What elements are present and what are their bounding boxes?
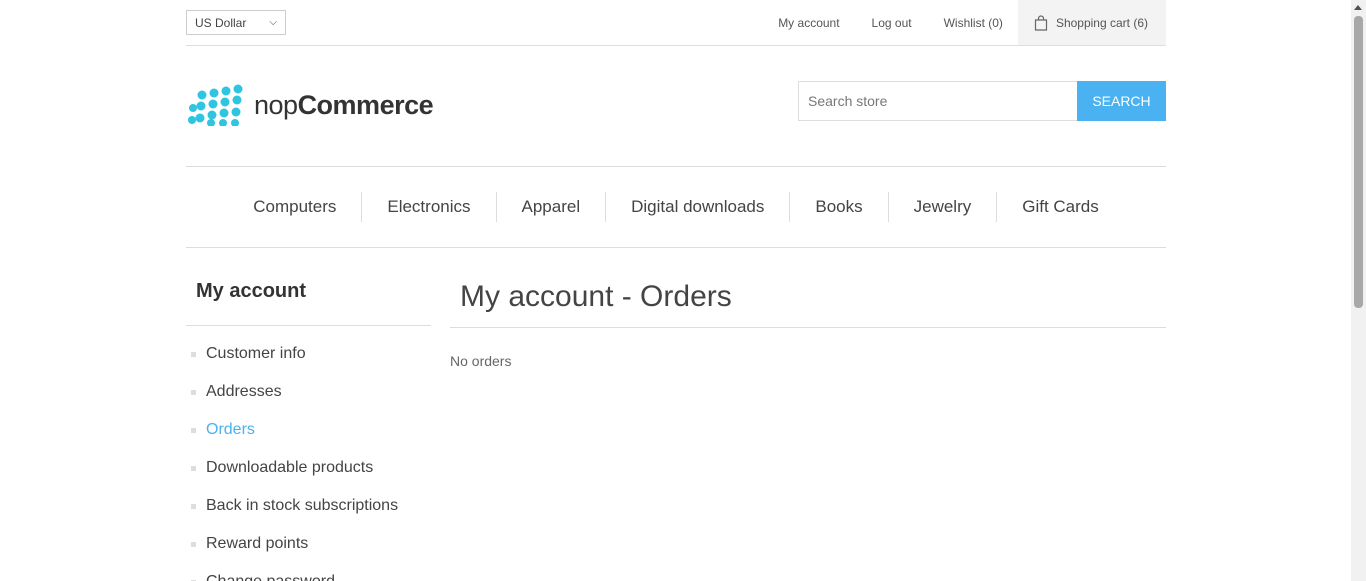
sidebar-item-reward-points[interactable]: Reward points	[186, 525, 431, 563]
sidebar-item-downloadable-products[interactable]: Downloadable products	[186, 449, 431, 487]
wishlist-link[interactable]: Wishlist (0)	[944, 16, 1003, 30]
menu-item-digital-downloads[interactable]: Digital downloads	[605, 192, 789, 222]
sidebar-item-back-in-stock-subscriptions[interactable]: Back in stock subscriptions	[186, 487, 431, 525]
currency-select[interactable]: US Dollar ⌵	[186, 10, 286, 35]
top-links: My account Log out Wishlist (0) Shopping…	[778, 0, 1166, 45]
sidebar-item-addresses[interactable]: Addresses	[186, 373, 431, 411]
cart-label: Shopping cart (6)	[1055, 15, 1148, 30]
main-menu: Computers Electronics Apparel Digital do…	[186, 166, 1166, 248]
store-logo[interactable]: nopCommerce	[188, 84, 434, 126]
vertical-scrollbar[interactable]	[1351, 0, 1366, 581]
page-title: My account - Orders	[450, 280, 1166, 328]
sidebar-item-customer-info[interactable]: Customer info	[186, 335, 431, 373]
sidebar-item-orders[interactable]: Orders	[186, 411, 431, 449]
sidebar-item-change-password[interactable]: Change password	[186, 563, 431, 581]
menu-item-books[interactable]: Books	[789, 192, 887, 222]
logo-text: nopCommerce	[254, 89, 434, 120]
sidebar-title: My account	[186, 280, 431, 326]
logo-dots-icon	[188, 84, 243, 126]
menu-item-computers[interactable]: Computers	[228, 192, 361, 222]
scrollbar-thumb[interactable]	[1354, 16, 1363, 308]
shopping-bag-icon	[1034, 14, 1048, 31]
shopping-cart-link[interactable]: Shopping cart (6)	[1017, 0, 1166, 45]
empty-orders-text: No orders	[450, 353, 512, 369]
scroll-up-arrow-icon[interactable]	[1354, 5, 1362, 10]
chevron-down-icon: ⌵	[269, 17, 277, 28]
header-links: US Dollar ⌵ My account Log out Wishlist …	[186, 0, 1166, 46]
currency-value: US Dollar	[195, 15, 247, 30]
menu-item-jewelry[interactable]: Jewelry	[887, 192, 997, 222]
my-account-link[interactable]: My account	[778, 16, 839, 30]
search-input[interactable]: Search store	[798, 81, 1078, 121]
menu-item-apparel[interactable]: Apparel	[495, 192, 606, 222]
menu-item-electronics[interactable]: Electronics	[361, 192, 495, 222]
search-button[interactable]: SEARCH	[1077, 81, 1166, 121]
menu-item-gift-cards[interactable]: Gift Cards	[996, 192, 1124, 222]
log-out-link[interactable]: Log out	[872, 16, 912, 30]
account-navigation: Customer info Addresses Orders Downloada…	[186, 335, 431, 581]
